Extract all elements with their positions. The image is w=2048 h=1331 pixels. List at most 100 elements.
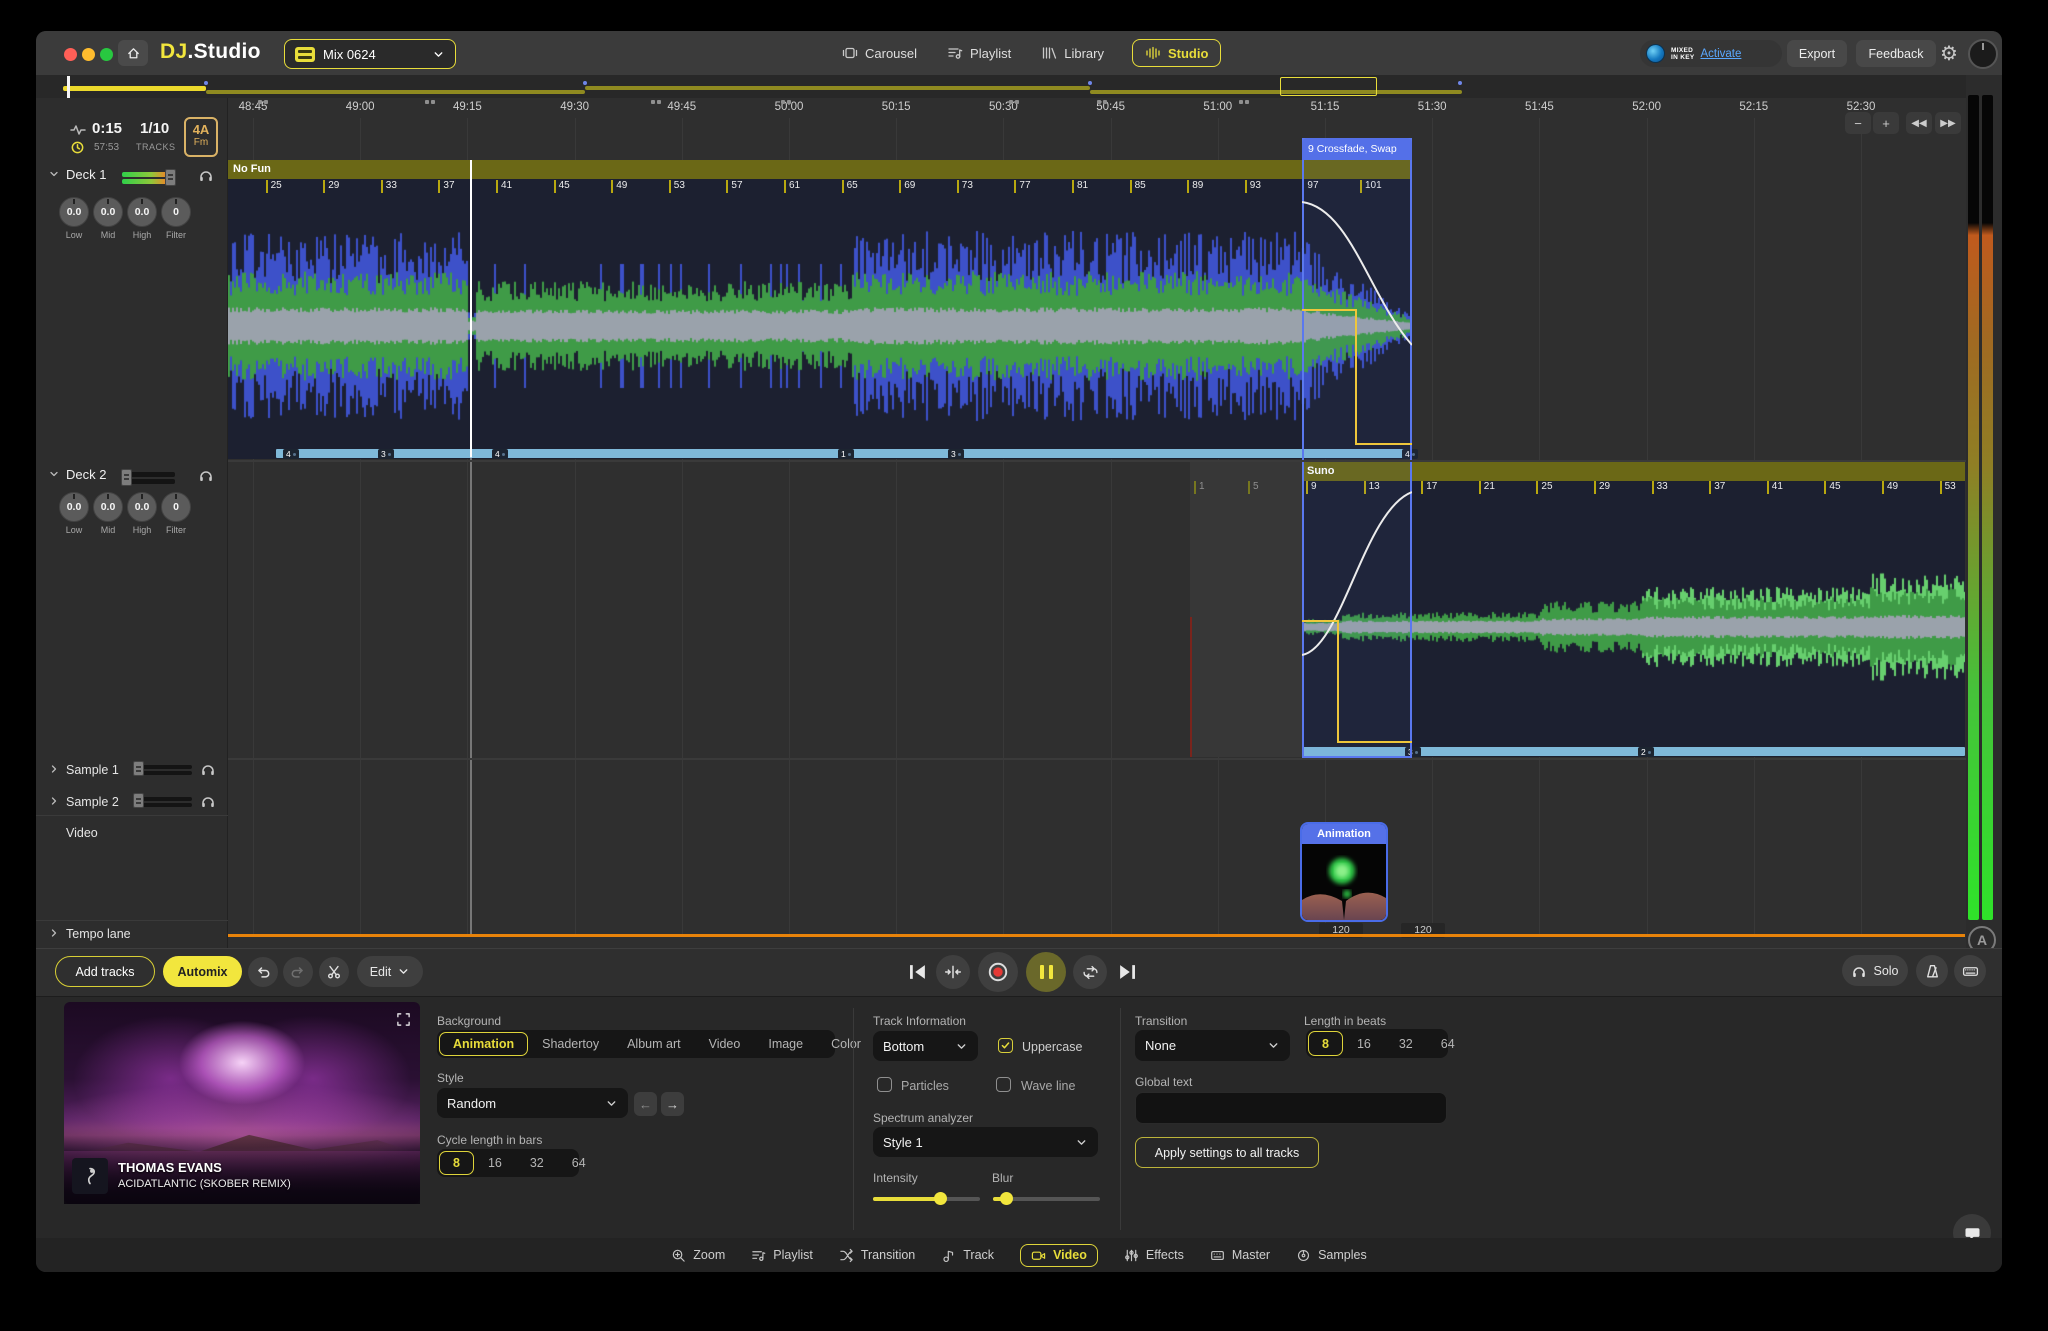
- redo-button[interactable]: [283, 957, 313, 987]
- global-text-input[interactable]: [1135, 1092, 1447, 1124]
- window-zoom-button[interactable]: [100, 48, 113, 61]
- export-button[interactable]: Export: [1787, 40, 1847, 67]
- deck2-knob-filter[interactable]: 0: [161, 492, 191, 522]
- tab-studio[interactable]: Studio: [1132, 39, 1221, 67]
- sample2-expand-chevron-icon[interactable]: [48, 795, 60, 807]
- length-in-beats-option-32[interactable]: 32: [1385, 1031, 1427, 1056]
- jump-to-mix-button[interactable]: [936, 955, 970, 989]
- bottom-tab-effects[interactable]: Effects: [1124, 1248, 1184, 1263]
- background-option-shadertoy[interactable]: Shadertoy: [528, 1032, 613, 1056]
- deck1-waveform[interactable]: [228, 196, 1412, 457]
- deck1-knob-low[interactable]: 0.0: [59, 197, 89, 227]
- blur-slider-thumb[interactable]: [1000, 1192, 1013, 1205]
- window-close-button[interactable]: [64, 48, 77, 61]
- tempo-automation-line[interactable]: [228, 934, 1965, 937]
- deck1-track-header[interactable]: No Fun: [228, 160, 1412, 179]
- length-in-beats-option-8[interactable]: 8: [1308, 1031, 1343, 1056]
- deck2-collapse-chevron-icon[interactable]: [48, 468, 60, 480]
- edit-menu-button[interactable]: Edit: [357, 956, 423, 987]
- cycle-length-option-16[interactable]: 16: [474, 1151, 516, 1175]
- tempo-lane-chevron-icon[interactable]: [48, 927, 60, 939]
- feedback-button[interactable]: Feedback: [1856, 40, 1936, 67]
- activate-link[interactable]: Activate: [1700, 48, 1741, 60]
- crossfade-region[interactable]: [1302, 138, 1412, 758]
- cycle-length-option-32[interactable]: 32: [516, 1151, 558, 1175]
- home-button[interactable]: [118, 40, 148, 66]
- gear-icon[interactable]: ⚙: [1940, 41, 1958, 66]
- automix-button[interactable]: Automix: [163, 956, 242, 987]
- split-button[interactable]: [319, 957, 349, 987]
- deck2-knob-low[interactable]: 0.0: [59, 492, 89, 522]
- fast-forward-button[interactable]: ▶▶: [1935, 112, 1961, 134]
- sample2-headphones-icon[interactable]: [200, 793, 216, 809]
- skip-forward-button[interactable]: [1116, 961, 1138, 983]
- background-option-color[interactable]: Color: [817, 1032, 875, 1056]
- bottom-tab-zoom[interactable]: Zoom: [671, 1248, 725, 1263]
- rewind-button[interactable]: ◀◀: [1906, 112, 1932, 134]
- background-option-image[interactable]: Image: [754, 1032, 817, 1056]
- deck1-cue-marker[interactable]: 4: [492, 449, 508, 459]
- deck1-cue-marker[interactable]: 1: [838, 449, 854, 459]
- metronome-button[interactable]: [1916, 955, 1948, 987]
- sample1-volume-handle[interactable]: [133, 761, 144, 776]
- wave-line-checkbox[interactable]: [996, 1077, 1011, 1092]
- solo-button[interactable]: Solo: [1842, 955, 1908, 986]
- add-tracks-button[interactable]: Add tracks: [55, 956, 155, 987]
- tab-playlist[interactable]: Playlist: [945, 39, 1013, 67]
- deck1-knob-high[interactable]: 0.0: [127, 197, 157, 227]
- deck2-knob-high[interactable]: 0.0: [127, 492, 157, 522]
- background-option-video[interactable]: Video: [695, 1032, 755, 1056]
- deck2-headphones-icon[interactable]: [198, 467, 214, 483]
- minimap-viewport[interactable]: [1280, 77, 1377, 96]
- spectrum-style-select[interactable]: Style 1: [873, 1127, 1098, 1157]
- video-clip-animation[interactable]: Animation: [1300, 822, 1388, 922]
- crossfade-label[interactable]: 9 Crossfade, Swap: [1302, 138, 1412, 160]
- length-in-beats-option-16[interactable]: 16: [1343, 1031, 1385, 1056]
- deck1-cue-marker[interactable]: 4: [283, 449, 299, 459]
- deck1-headphones-icon[interactable]: [198, 167, 214, 183]
- window-minimize-button[interactable]: [82, 48, 95, 61]
- time-ruler[interactable]: 48:4549:0049:1549:3049:4550:0050:1550:30…: [228, 98, 1965, 118]
- tab-carousel[interactable]: Carousel: [840, 39, 919, 67]
- style-next-button[interactable]: →: [661, 1092, 684, 1116]
- uppercase-checkbox[interactable]: [998, 1038, 1013, 1053]
- record-button[interactable]: [978, 952, 1018, 992]
- bottom-tab-track[interactable]: Track: [941, 1248, 994, 1263]
- particles-checkbox[interactable]: [877, 1077, 892, 1092]
- deck1-collapse-chevron-icon[interactable]: [48, 168, 60, 180]
- style-prev-button[interactable]: ←: [634, 1092, 657, 1116]
- mix-select[interactable]: Mix 0624: [284, 39, 456, 69]
- deck1-cue-marker[interactable]: 3: [378, 449, 394, 459]
- shortcuts-button[interactable]: [1954, 955, 1986, 987]
- cycle-length-option-64[interactable]: 64: [558, 1151, 600, 1175]
- bottom-tab-samples[interactable]: Samples: [1296, 1248, 1367, 1263]
- deck1-knob-mid[interactable]: 0.0: [93, 197, 123, 227]
- background-option-animation[interactable]: Animation: [439, 1032, 528, 1056]
- bottom-tab-master[interactable]: Master: [1210, 1248, 1270, 1263]
- deck1-knob-filter[interactable]: 0: [161, 197, 191, 227]
- deck2-volume-handle[interactable]: [121, 469, 132, 486]
- fullscreen-icon[interactable]: [396, 1012, 411, 1027]
- sample2-volume-handle[interactable]: [133, 793, 144, 808]
- deck2-knob-mid[interactable]: 0.0: [93, 492, 123, 522]
- deck1-volume-handle[interactable]: [165, 169, 176, 186]
- track-info-position-select[interactable]: Bottom: [873, 1031, 978, 1061]
- zoom-out-button[interactable]: −: [1845, 112, 1871, 134]
- length-in-beats-option-64[interactable]: 64: [1427, 1031, 1469, 1056]
- pause-button[interactable]: [1026, 952, 1066, 992]
- zoom-in-button[interactable]: +: [1873, 112, 1899, 134]
- sample1-expand-chevron-icon[interactable]: [48, 763, 60, 775]
- sample1-headphones-icon[interactable]: [200, 761, 216, 777]
- style-select[interactable]: Random: [437, 1088, 628, 1118]
- bottom-tab-playlist[interactable]: Playlist: [751, 1248, 813, 1263]
- skip-back-button[interactable]: [907, 961, 929, 983]
- deck2-cue-marker[interactable]: 2: [1638, 747, 1654, 757]
- bottom-tab-transition[interactable]: Transition: [839, 1248, 915, 1263]
- avatar[interactable]: [1968, 39, 1998, 69]
- apply-settings-button[interactable]: Apply settings to all tracks: [1135, 1137, 1319, 1168]
- tab-library[interactable]: Library: [1039, 39, 1106, 67]
- loop-button[interactable]: [1073, 955, 1107, 989]
- transition-select[interactable]: None: [1135, 1030, 1290, 1061]
- undo-button[interactable]: [248, 957, 278, 987]
- bottom-tab-video[interactable]: Video: [1020, 1244, 1098, 1267]
